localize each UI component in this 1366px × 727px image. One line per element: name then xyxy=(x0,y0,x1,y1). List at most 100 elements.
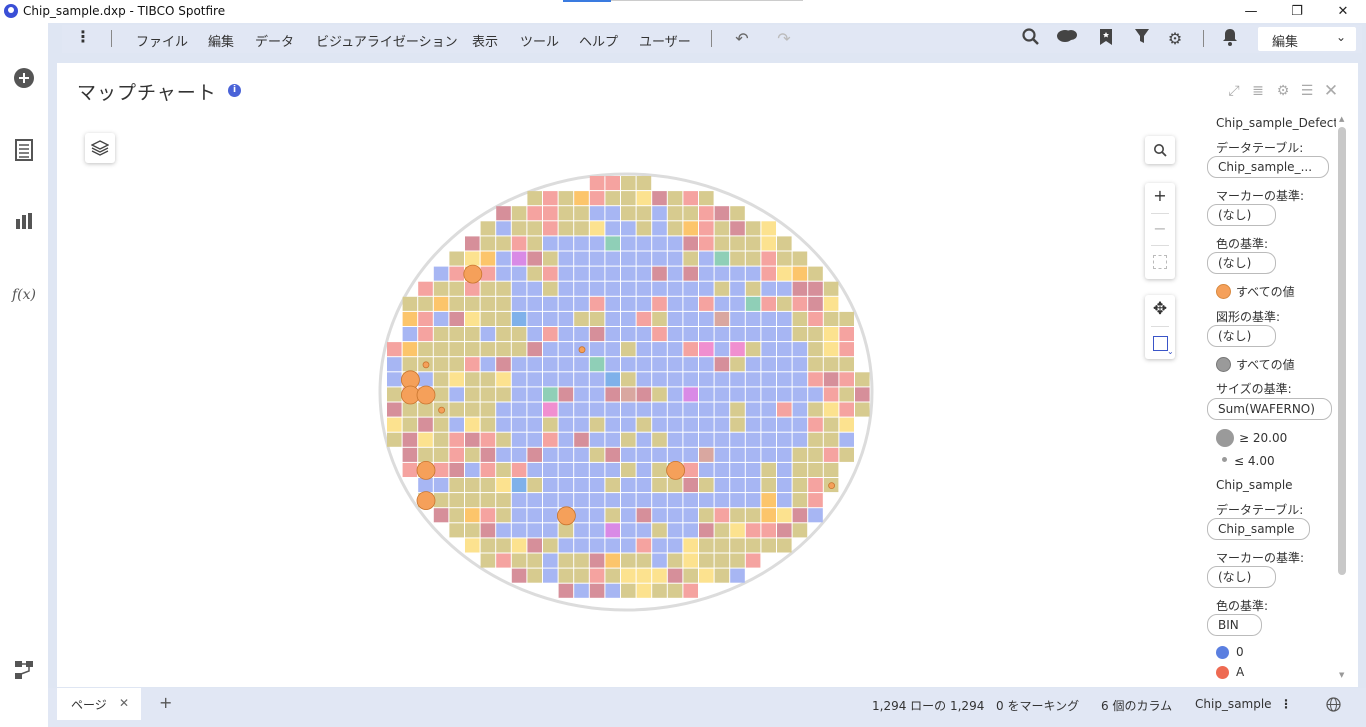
visualization-icon[interactable] xyxy=(12,211,36,235)
menu-file[interactable]: ファイル xyxy=(136,31,188,50)
defect-marker[interactable] xyxy=(416,385,436,405)
wafer-die-cell[interactable] xyxy=(761,281,776,296)
wafer-die-cell[interactable] xyxy=(465,387,480,402)
wafer-die-cell[interactable] xyxy=(714,236,730,251)
wafer-die-cell[interactable] xyxy=(714,296,730,311)
wafer-die-cell[interactable] xyxy=(683,236,698,251)
wafer-die-cell[interactable] xyxy=(543,236,558,251)
wafer-die-cell[interactable] xyxy=(449,266,464,281)
wafer-die-cell[interactable] xyxy=(636,583,652,598)
wafer-die-cell[interactable] xyxy=(527,538,542,553)
wafer-die-cell[interactable] xyxy=(699,266,714,281)
wafer-die-cell[interactable] xyxy=(527,402,542,417)
wafer-die-cell[interactable] xyxy=(511,402,527,417)
wafer-die-cell[interactable] xyxy=(402,311,418,326)
wafer-die-cell[interactable] xyxy=(636,206,652,221)
wafer-die-cell[interactable] xyxy=(792,281,808,296)
wafer-die-cell[interactable] xyxy=(745,538,761,553)
wafer-die-cell[interactable] xyxy=(792,327,808,342)
wafer-die-cell[interactable] xyxy=(480,221,496,236)
wafer-die-cell[interactable] xyxy=(449,508,464,523)
wafer-die-cell[interactable] xyxy=(605,432,620,447)
wafer-die-cell[interactable] xyxy=(636,553,652,568)
wafer-die-cell[interactable] xyxy=(449,251,464,266)
wafer-die-cell[interactable] xyxy=(574,508,589,523)
wafer-die-cell[interactable] xyxy=(823,447,839,462)
wafer-die-cell[interactable] xyxy=(621,311,636,326)
wafer-die-cell[interactable] xyxy=(699,236,714,251)
wafer-die-cell[interactable] xyxy=(543,493,558,508)
wafer-die-cell[interactable] xyxy=(480,372,496,387)
wafer-die-cell[interactable] xyxy=(543,342,558,357)
wafer-die-cell[interactable] xyxy=(699,462,714,477)
wafer-die-cell[interactable] xyxy=(480,311,496,326)
wafer-die-cell[interactable] xyxy=(823,357,839,372)
menu-data[interactable]: データ xyxy=(255,31,294,50)
wafer-die-cell[interactable] xyxy=(589,357,605,372)
wafer-die-cell[interactable] xyxy=(714,402,730,417)
wafer-die-cell[interactable] xyxy=(777,357,792,372)
legend-data-table-selector[interactable]: Chip_sample xyxy=(1207,518,1310,540)
wafer-die-cell[interactable] xyxy=(480,402,496,417)
wafer-die-cell[interactable] xyxy=(558,281,574,296)
wafer-die-cell[interactable] xyxy=(589,311,605,326)
wafer-die-cell[interactable] xyxy=(730,493,745,508)
wafer-die-cell[interactable] xyxy=(543,327,558,342)
wafer-die-cell[interactable] xyxy=(496,387,511,402)
wafer-die-cell[interactable] xyxy=(605,493,620,508)
wafer-die-cell[interactable] xyxy=(652,342,667,357)
wafer-die-cell[interactable] xyxy=(589,176,605,191)
wafer-die-cell[interactable] xyxy=(667,478,683,493)
wafer-die-cell[interactable] xyxy=(823,387,839,402)
wafer-die-cell[interactable] xyxy=(449,493,464,508)
wafer-die-cell[interactable] xyxy=(621,568,636,583)
wafer-die-cell[interactable] xyxy=(667,206,683,221)
wafer-die-cell[interactable] xyxy=(418,372,433,387)
wafer-die-cell[interactable] xyxy=(667,523,683,538)
wafer-die-cell[interactable] xyxy=(527,357,542,372)
legend-color-selector[interactable]: BIN xyxy=(1207,614,1262,636)
wafer-die-cell[interactable] xyxy=(683,523,698,538)
wafer-die-cell[interactable] xyxy=(402,342,418,357)
wafer-die-cell[interactable] xyxy=(387,342,402,357)
wafer-die-cell[interactable] xyxy=(714,221,730,236)
wafer-die-cell[interactable] xyxy=(558,357,574,372)
wafer-die-cell[interactable] xyxy=(761,462,776,477)
zoom-in-icon[interactable]: + xyxy=(1145,186,1175,205)
wafer-die-cell[interactable] xyxy=(387,372,402,387)
wafer-die-cell[interactable] xyxy=(496,432,511,447)
wafer-die-cell[interactable] xyxy=(589,281,605,296)
wafer-die-cell[interactable] xyxy=(605,478,620,493)
wafer-die-cell[interactable] xyxy=(605,402,620,417)
wafer-die-cell[interactable] xyxy=(527,221,542,236)
wafer-die-cell[interactable] xyxy=(574,221,589,236)
wafer-die-cell[interactable] xyxy=(714,266,730,281)
wafer-die-cell[interactable] xyxy=(839,327,854,342)
wafer-die-cell[interactable] xyxy=(699,402,714,417)
wafer-die-cell[interactable] xyxy=(683,266,698,281)
wafer-die-cell[interactable] xyxy=(589,387,605,402)
wafer-die-cell[interactable] xyxy=(730,432,745,447)
wafer-die-cell[interactable] xyxy=(402,417,418,432)
wafer-die-cell[interactable] xyxy=(605,508,620,523)
layers-button[interactable] xyxy=(85,133,115,163)
wafer-die-cell[interactable] xyxy=(511,508,527,523)
details-icon[interactable]: ≣ xyxy=(1249,82,1267,100)
legend-color-selector[interactable]: (なし) xyxy=(1207,252,1276,274)
defect-marker[interactable] xyxy=(422,361,430,369)
wafer-die-cell[interactable] xyxy=(480,508,496,523)
wafer-die-cell[interactable] xyxy=(636,281,652,296)
wafer-die-cell[interactable] xyxy=(652,553,667,568)
wafer-die-cell[interactable] xyxy=(777,417,792,432)
wafer-die-cell[interactable] xyxy=(402,357,418,372)
wafer-die-cell[interactable] xyxy=(667,538,683,553)
wafer-die-cell[interactable] xyxy=(714,447,730,462)
wafer-die-cell[interactable] xyxy=(387,417,402,432)
wafer-die-cell[interactable] xyxy=(792,432,808,447)
wafer-die-cell[interactable] xyxy=(574,251,589,266)
wafer-die-cell[interactable] xyxy=(808,372,823,387)
wafer-die-cell[interactable] xyxy=(558,523,574,538)
wafer-die-cell[interactable] xyxy=(714,523,730,538)
wafer-die-cell[interactable] xyxy=(496,462,511,477)
wafer-die-cell[interactable] xyxy=(730,266,745,281)
